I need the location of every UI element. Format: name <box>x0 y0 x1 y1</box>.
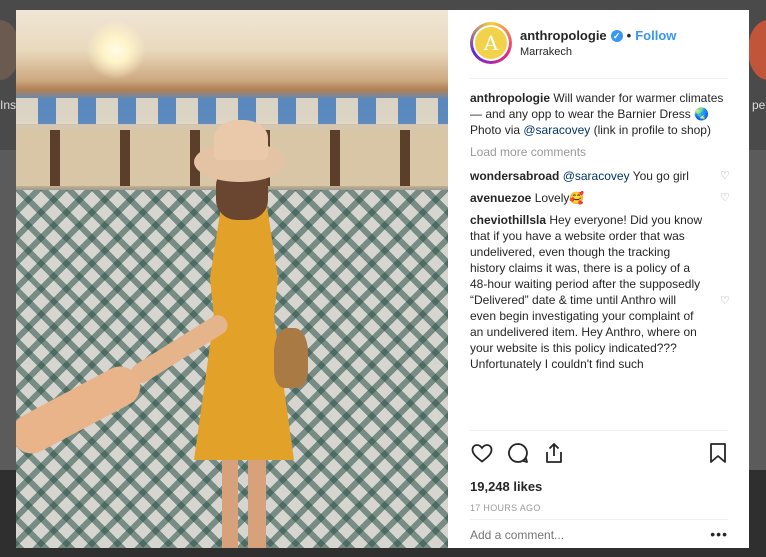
post-username-row: anthropologie ✓ • Follow <box>520 28 676 43</box>
caption: anthropologie Will wander for warmer cli… <box>470 90 730 138</box>
like-heart-icon[interactable] <box>470 441 494 465</box>
caption-mention[interactable]: @saracovey <box>523 123 590 137</box>
photo-hat-crown <box>214 120 268 160</box>
comment-username[interactable]: avenuezoe <box>470 191 531 205</box>
share-icon[interactable] <box>542 441 566 465</box>
like-comment-heart-icon[interactable]: ♡ <box>720 171 730 182</box>
like-comment-heart-icon[interactable]: ♡ <box>720 296 730 307</box>
comment-mention[interactable]: @saracovey <box>563 169 630 183</box>
follow-button[interactable]: Follow <box>635 28 676 43</box>
load-more-comments-button[interactable]: Load more comments <box>470 144 730 160</box>
background-label-right: pe <box>752 98 766 112</box>
caption-username[interactable]: anthropologie <box>470 91 550 105</box>
comment-username[interactable]: wondersabroad <box>470 169 559 183</box>
post-header: A anthropologie ✓ • Follow Marrakech <box>470 22 728 79</box>
comment-text: Hey everyone! Did you know that if you h… <box>470 213 703 371</box>
avatar-letter: A <box>475 27 507 59</box>
add-comment-row: ••• <box>470 519 728 550</box>
post-username[interactable]: anthropologie <box>520 28 607 43</box>
photo-sun <box>86 20 146 80</box>
comment-item: avenuezoe Lovely🥰 ♡ <box>470 190 730 206</box>
post-location[interactable]: Marrakech <box>520 46 572 58</box>
post-actions: 19,248 likes 17 HOURS AGO ••• <box>470 430 728 549</box>
post-side-panel: A anthropologie ✓ • Follow Marrakech anthro… <box>448 10 749 548</box>
like-count[interactable]: 19,248 likes <box>470 479 542 494</box>
save-bookmark-icon[interactable] <box>706 441 730 465</box>
photo-legs <box>222 458 266 548</box>
photo-bag <box>274 328 308 388</box>
verified-badge-icon: ✓ <box>610 30 623 42</box>
post-timestamp: 17 HOURS AGO <box>470 503 541 513</box>
background-label-left: Ins <box>0 98 17 112</box>
caption-text-end: (link in profile to shop) <box>590 123 711 137</box>
post-modal: A anthropologie ✓ • Follow Marrakech anthro… <box>16 10 749 548</box>
more-options-icon[interactable]: ••• <box>710 526 728 542</box>
comment-item: cheviothillsla Hey everyone! Did you kno… <box>470 212 730 372</box>
post-photo[interactable] <box>16 10 448 548</box>
avatar[interactable]: A <box>470 22 512 64</box>
comment-text: You go girl <box>629 169 689 183</box>
comments-list[interactable]: anthropologie Will wander for warmer cli… <box>470 90 730 420</box>
comment-text: Lovely🥰 <box>531 191 585 205</box>
separator-dot: • <box>626 28 632 43</box>
comment-item: wondersabroad @saracovey You go girl ♡ <box>470 168 730 184</box>
comment-bubble-icon[interactable] <box>506 441 530 465</box>
add-comment-input[interactable] <box>470 528 690 542</box>
comment-username[interactable]: cheviothillsla <box>470 213 546 227</box>
like-comment-heart-icon[interactable]: ♡ <box>720 193 730 204</box>
